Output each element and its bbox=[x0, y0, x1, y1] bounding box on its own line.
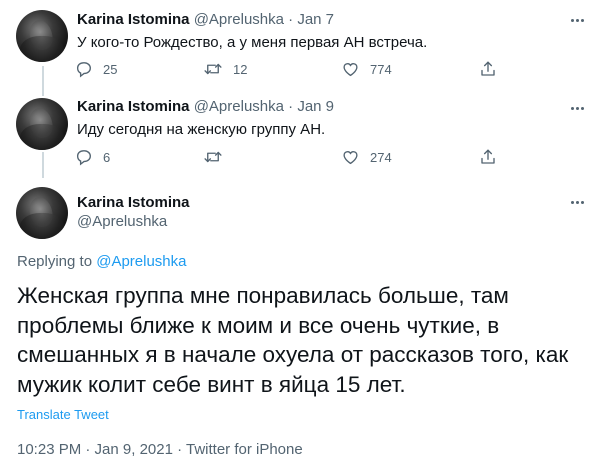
avatar[interactable] bbox=[16, 98, 68, 150]
like-count: 774 bbox=[370, 61, 392, 77]
tweet-text: У кого-то Рождество, а у меня первая АН … bbox=[77, 34, 428, 51]
retweet-button[interactable] bbox=[203, 148, 233, 166]
author-name[interactable]: Karina Istomina bbox=[77, 98, 190, 115]
author-name[interactable]: Karina Istomina bbox=[77, 193, 190, 213]
reply-icon bbox=[76, 150, 91, 166]
share-button[interactable] bbox=[479, 60, 497, 78]
retweet-icon bbox=[204, 151, 222, 163]
separator: · bbox=[288, 11, 294, 28]
more-icon[interactable] bbox=[567, 101, 587, 115]
like-count: 274 bbox=[370, 149, 392, 165]
tweet-text: Иду сегодня на женскую группу АН. bbox=[77, 121, 326, 138]
tweet-header: Karina Istomina @Aprelushka · Jan 7 bbox=[77, 10, 334, 30]
avatar[interactable] bbox=[16, 10, 68, 62]
separator: · bbox=[288, 98, 294, 115]
more-icon[interactable] bbox=[567, 195, 587, 209]
author-name[interactable]: Karina Istomina bbox=[77, 11, 190, 28]
replying-label: Replying to bbox=[17, 253, 93, 270]
tweet-actions: 6 274 bbox=[75, 148, 515, 168]
reply-button[interactable]: 6 bbox=[75, 148, 110, 166]
like-icon bbox=[343, 151, 358, 165]
retweet-icon bbox=[204, 63, 222, 75]
replying-to: Replying to @Aprelushka bbox=[17, 252, 187, 272]
share-button[interactable] bbox=[479, 148, 497, 166]
like-button[interactable]: 274 bbox=[341, 148, 392, 166]
main-tweet-line: проблемы ближе к моим и все очень чуткие… bbox=[17, 312, 500, 338]
reply-button[interactable]: 25 bbox=[75, 60, 117, 78]
reply-count: 6 bbox=[103, 149, 111, 165]
tweet-header: Karina Istomina @Aprelushka · Jan 9 bbox=[77, 97, 334, 117]
like-icon bbox=[343, 63, 358, 77]
share-icon bbox=[481, 149, 495, 164]
tweet-date[interactable]: Jan 7 bbox=[297, 11, 334, 28]
retweet-count: 12 bbox=[233, 61, 248, 77]
tweet-actions: 25 12 774 bbox=[75, 60, 515, 80]
like-button[interactable]: 774 bbox=[341, 60, 392, 78]
retweet-button[interactable]: 12 bbox=[203, 60, 247, 78]
reply-count: 25 bbox=[103, 61, 118, 77]
more-icon[interactable] bbox=[567, 13, 587, 27]
author-handle[interactable]: @Aprelushka bbox=[77, 212, 167, 232]
reply-icon bbox=[76, 62, 91, 78]
author-handle[interactable]: @Aprelushka bbox=[194, 11, 284, 28]
tweet-meta[interactable]: 10:23 PM · Jan 9, 2021 · Twitter for iPh… bbox=[17, 440, 303, 460]
thread-line bbox=[42, 66, 44, 96]
translate-tweet-link[interactable]: Translate Tweet bbox=[17, 406, 109, 424]
main-tweet-line: смешанных я в начале охуела от рассказов… bbox=[17, 342, 569, 367]
thread-line bbox=[42, 152, 44, 178]
tweet-date[interactable]: Jan 9 bbox=[297, 98, 334, 115]
main-tweet-line: мужик колит себе винт в яйца 15 лет. bbox=[17, 371, 406, 397]
main-tweet-line: Женская группа мне понравилась больше, т… bbox=[17, 283, 509, 308]
avatar[interactable] bbox=[16, 187, 68, 239]
replying-to-link[interactable]: @Aprelushka bbox=[96, 253, 186, 270]
share-icon bbox=[481, 61, 495, 76]
author-handle[interactable]: @Aprelushka bbox=[194, 98, 284, 115]
main-tweet-text: Женская группа мне понравилась больше, т… bbox=[17, 281, 602, 399]
